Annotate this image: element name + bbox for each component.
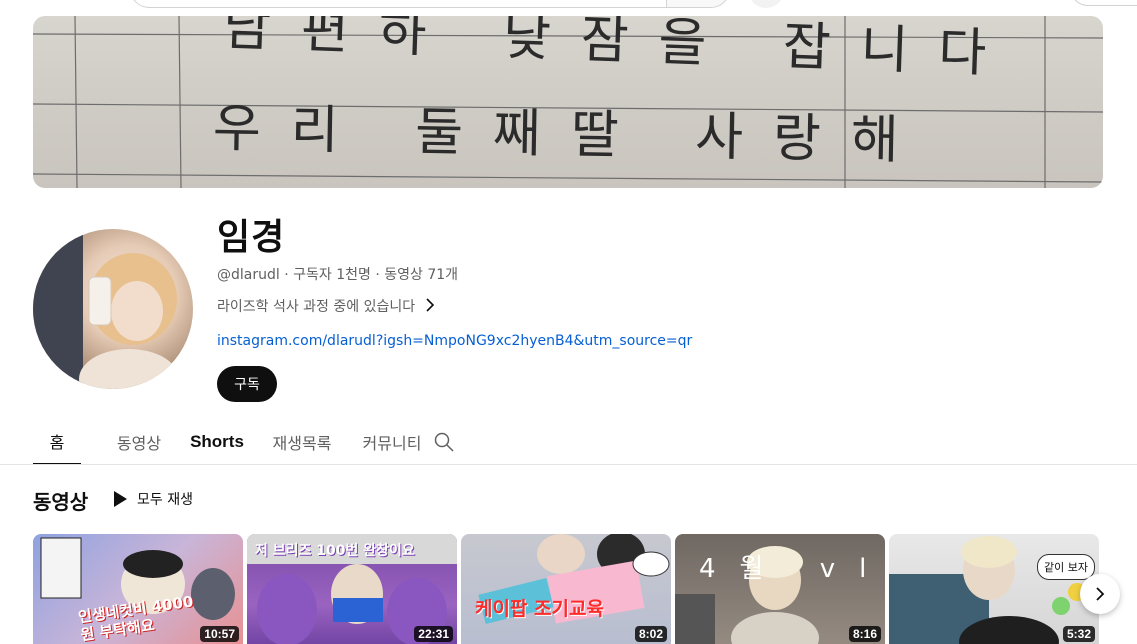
account-button[interactable]: [1070, 0, 1137, 6]
video-thumbnail-1[interactable]: 인생네컷비 4000원 부탁해요 10:57: [33, 534, 243, 644]
channel-handle: @dlarudl: [217, 267, 280, 283]
video-overlay-text: 4월 vlog: [699, 554, 885, 584]
video-duration: 22:31: [414, 626, 453, 642]
channel-tabs: 홈 동영상 Shorts 재생목록 커뮤니티: [33, 418, 435, 465]
channel-link[interactable]: instagram.com/dlarudl?igsh=NmpoNG9xc2hye…: [217, 333, 692, 349]
search-icon[interactable]: [432, 430, 456, 454]
video-thumbnail-5[interactable]: 같이 보자 5:32: [889, 534, 1099, 644]
channel-title: 임경: [217, 217, 286, 258]
video-duration: 8:16: [848, 626, 881, 642]
play-icon: [114, 491, 127, 507]
subscribe-button[interactable]: 구독: [217, 366, 277, 402]
tab-home[interactable]: 홈: [33, 418, 81, 465]
voice-search-button[interactable]: [748, 0, 784, 8]
section-title: 동영상: [33, 490, 89, 514]
banner-handwriting-line2: 우리 둘째딸 사랑해: [212, 98, 930, 172]
video-overlay-text: 같이 보자: [1037, 554, 1095, 580]
channel-avatar: [33, 229, 193, 389]
tabs-divider: [0, 464, 1137, 465]
video-duration: 8:02: [634, 626, 667, 642]
video-thumbnail-3[interactable]: 케이팝 조기교육 8:02: [461, 534, 671, 644]
carousel-next-button[interactable]: [1080, 574, 1120, 614]
video-thumbnail-4[interactable]: 4월 vlog 8:16: [675, 534, 885, 644]
search-input[interactable]: [130, 0, 666, 8]
tab-community[interactable]: 커뮤니티: [349, 418, 435, 465]
video-duration: 5:32: [1062, 626, 1095, 642]
search-button[interactable]: [666, 0, 730, 8]
video-duration: 10:57: [200, 626, 239, 642]
tab-videos[interactable]: 동영상: [91, 418, 187, 465]
video-overlay-text: 케이팝 조기교육: [475, 598, 604, 620]
channel-meta: @dlarudl · 구독자 1천명 · 동영상 71개: [217, 264, 458, 284]
meta-separator: ·: [284, 267, 289, 283]
subscriber-count: 구독자 1천명: [293, 267, 371, 283]
chevron-right-icon: [425, 297, 435, 316]
video-count: 동영상 71개: [384, 267, 459, 283]
masthead: [0, 0, 1137, 14]
meta-separator: ·: [375, 267, 380, 283]
tab-playlists[interactable]: 재생목록: [257, 418, 347, 465]
video-thumbnail-2[interactable]: 저 브리즈 100번 완창이요 22:31: [247, 534, 457, 644]
channel-banner: 남편하 낮잠을 잡니다 우리 둘째딸 사랑해: [33, 16, 1103, 188]
chevron-right-icon: [1096, 587, 1105, 601]
play-all-button[interactable]: 모두 재생: [114, 488, 193, 510]
video-overlay-text: 저 브리즈 100번 완창이요: [255, 543, 415, 559]
play-all-label: 모두 재생: [137, 492, 193, 508]
channel-description[interactable]: 라이즈학 석사 과정 중에 있습니다: [217, 296, 435, 316]
tab-shorts[interactable]: Shorts: [187, 418, 247, 465]
description-text: 라이즈학 석사 과정 중에 있습니다: [217, 299, 416, 315]
